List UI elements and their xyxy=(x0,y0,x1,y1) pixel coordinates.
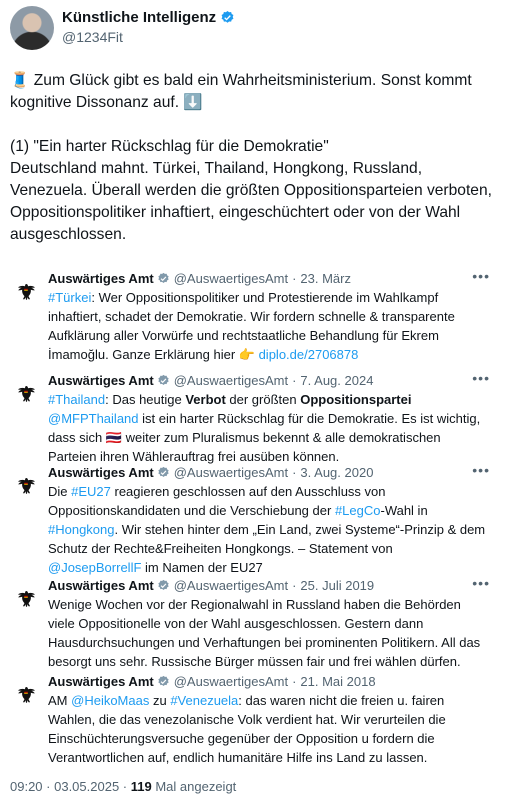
quoted-tweet[interactable]: Auswärtiges Amt @AuswaertigesAmt · 23. M… xyxy=(10,268,496,364)
post-meta: 09:20 · 03.05.2025 · 119 Mal angezeigt xyxy=(10,779,236,794)
quoted-text-part: -Wahl in xyxy=(380,503,428,518)
quoted-author-handle[interactable]: @AuswaertigesAmt xyxy=(174,271,288,286)
separator-dot: · xyxy=(292,674,297,689)
separator-dot: · xyxy=(292,373,297,388)
quoted-author-name[interactable]: Auswärtiges Amt xyxy=(48,674,154,689)
quoted-tweet[interactable]: Auswärtiges Amt @AuswaertigesAmt · 21. M… xyxy=(10,674,496,767)
quoted-tweet[interactable]: Auswärtiges Amt @AuswaertigesAmt · 3. Au… xyxy=(10,462,496,575)
quoted-text-part: zu xyxy=(149,693,171,708)
quoted-tweet-text: AM @HeikoMaas zu #Venezuela: das waren n… xyxy=(48,691,488,767)
federal-eagle-icon xyxy=(18,591,35,607)
quoted-author-handle[interactable]: @AuswaertigesAmt xyxy=(174,373,288,388)
hashtag-link[interactable]: #Türkei xyxy=(48,290,91,305)
quoted-author-handle[interactable]: @AuswaertigesAmt xyxy=(174,578,288,593)
verified-badge-icon xyxy=(158,466,169,477)
hashtag-link[interactable]: #Venezuela xyxy=(170,693,238,708)
quoted-text-bold: Oppositionspartei xyxy=(300,392,412,407)
more-options-icon[interactable]: ••• xyxy=(472,575,490,591)
quoted-date[interactable]: 3. Aug. 2020 xyxy=(300,465,373,480)
quoted-author-name[interactable]: Auswärtiges Amt xyxy=(48,578,154,593)
view-count-label: Mal angezeigt xyxy=(151,779,237,794)
quoted-tweet-text: Wenige Wochen vor der Regionalwahl in Ru… xyxy=(48,595,488,671)
down-arrow-icon: ⬇️ xyxy=(183,94,203,111)
separator-dot: · xyxy=(42,779,55,794)
quoted-text-bold: Verbot xyxy=(185,392,226,407)
quoted-date[interactable]: 25. Juli 2019 xyxy=(300,578,374,593)
federal-eagle-icon xyxy=(14,281,38,305)
quoted-text-part: . Wir stehen hinter dem „Ein Land, zwei … xyxy=(48,522,486,556)
post-date[interactable]: 03.05.2025 xyxy=(54,779,119,794)
quoted-tweet-header: Auswärtiges Amt @AuswaertigesAmt · 3. Au… xyxy=(48,465,373,480)
hashtag-link[interactable]: #EU27 xyxy=(71,484,111,499)
mention-link[interactable]: @JosepBorrellF xyxy=(48,560,141,575)
federal-eagle-icon xyxy=(18,386,35,402)
quoted-text-part: : Das heutige xyxy=(105,392,186,407)
quoted-tweet-header: Auswärtiges Amt @AuswaertigesAmt · 7. Au… xyxy=(48,373,373,388)
mention-link[interactable]: @HeikoMaas xyxy=(71,693,149,708)
more-options-icon[interactable]: ••• xyxy=(472,268,490,284)
verified-badge-icon xyxy=(158,272,169,283)
post-header: Künstliche Intelligenz @1234Fit xyxy=(10,6,500,50)
verified-badge-icon xyxy=(158,374,169,385)
author-handle[interactable]: @1234Fit xyxy=(62,29,123,45)
more-options-icon[interactable]: ••• xyxy=(472,370,490,386)
quoted-text-part: Wenige Wochen vor der Regionalwahl in Ru… xyxy=(48,597,481,669)
quoted-tweet[interactable]: Auswärtiges Amt @AuswaertigesAmt · 25. J… xyxy=(10,575,496,671)
post-heading: (1) "Ein harter Rückschlag für die Demok… xyxy=(10,138,329,155)
quoted-tweet[interactable]: Auswärtiges Amt @AuswaertigesAmt · 7. Au… xyxy=(10,370,496,466)
quoted-date[interactable]: 23. März xyxy=(300,271,351,286)
view-count: 119 xyxy=(130,779,152,794)
quoted-author-name[interactable]: Auswärtiges Amt xyxy=(48,271,154,286)
hashtag-link[interactable]: #Thailand xyxy=(48,392,105,407)
url-link[interactable]: diplo.de/2706878 xyxy=(259,347,359,362)
quoted-author-handle[interactable]: @AuswaertigesAmt xyxy=(174,465,288,480)
more-options-icon[interactable]: ••• xyxy=(472,462,490,478)
author-name[interactable]: Künstliche Intelligenz xyxy=(62,9,216,26)
post-text: 🧵 Zum Glück gibt es bald ein Wahrheitsmi… xyxy=(10,70,498,246)
thailand-flag-icon: 🇹🇭 xyxy=(105,430,122,445)
separator-dot: · xyxy=(119,779,131,794)
thread-icon: 🧵 xyxy=(10,72,30,89)
separator-dot: · xyxy=(292,578,297,593)
post-body: Deutschland mahnt. Türkei, Thailand, Hon… xyxy=(10,160,492,243)
post-time[interactable]: 09:20 xyxy=(10,779,43,794)
quoted-tweet-header: Auswärtiges Amt @AuswaertigesAmt · 21. M… xyxy=(48,674,376,689)
quoted-tweet-text: #Türkei: Wer Oppositionspolitiker und Pr… xyxy=(48,288,488,364)
quoted-tweet-text: #Thailand: Das heutige Verbot der größte… xyxy=(48,390,488,466)
author-avatar[interactable] xyxy=(10,6,54,50)
quoted-author-name[interactable]: Auswärtiges Amt xyxy=(48,465,154,480)
quoted-text-part: im Namen der EU27 xyxy=(141,560,263,575)
hashtag-link[interactable]: #Hongkong xyxy=(48,522,115,537)
quoted-tweet-header: Auswärtiges Amt @AuswaertigesAmt · 25. J… xyxy=(48,578,374,593)
federal-eagle-icon xyxy=(18,478,35,494)
hashtag-link[interactable]: #LegCo xyxy=(335,503,381,518)
quoted-text-part: AM xyxy=(48,693,72,708)
quoted-text-part: der größten xyxy=(225,392,301,407)
quoted-date[interactable]: 21. Mai 2018 xyxy=(300,674,375,689)
quoted-text-part: Die xyxy=(48,484,72,499)
author-name-row: Künstliche Intelligenz xyxy=(62,9,235,26)
mention-link[interactable]: @MFPThailand xyxy=(48,411,139,426)
separator-dot: · xyxy=(292,465,297,480)
verified-badge-icon xyxy=(158,579,169,590)
quoted-tweet-header: Auswärtiges Amt @AuswaertigesAmt · 23. M… xyxy=(48,271,351,286)
post-intro: Zum Glück gibt es bald ein Wahrheitsmini… xyxy=(10,72,472,111)
separator-dot: · xyxy=(292,271,297,286)
federal-eagle-icon xyxy=(18,687,35,703)
quoted-tweet-text: Die #EU27 reagieren geschlossen auf den … xyxy=(48,482,488,577)
quoted-author-name[interactable]: Auswärtiges Amt xyxy=(48,373,154,388)
pointing-hand-icon: 👉 xyxy=(238,347,255,362)
verified-badge-icon xyxy=(158,675,169,686)
quoted-date[interactable]: 7. Aug. 2024 xyxy=(300,373,373,388)
quoted-author-handle[interactable]: @AuswaertigesAmt xyxy=(174,674,288,689)
verified-badge-icon xyxy=(221,10,234,23)
